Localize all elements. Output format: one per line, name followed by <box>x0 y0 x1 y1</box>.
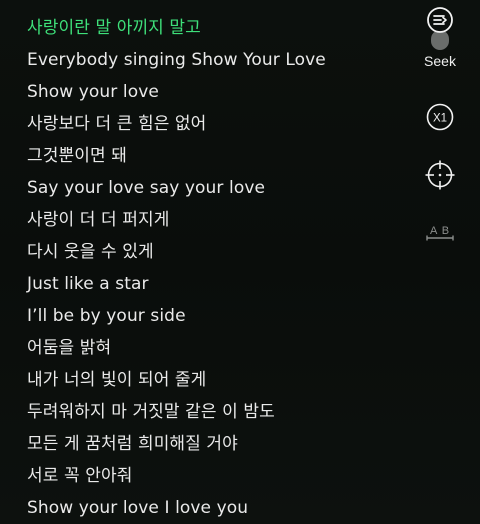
ab-repeat-icon: A B <box>426 225 454 241</box>
ab-repeat-button[interactable]: A B <box>408 220 472 246</box>
locate-button[interactable] <box>408 158 472 192</box>
lyric-line[interactable]: Everybody singing Show Your Love <box>27 44 407 76</box>
lyric-line[interactable]: 어둠을 밝혀 <box>27 332 407 364</box>
crosshair-icon <box>425 160 455 190</box>
lyric-line[interactable]: Just like a star <box>27 268 407 300</box>
side-controls: Seek X1 A B <box>408 0 472 524</box>
lyric-line-current[interactable]: 사랑이란 말 아끼지 말고 <box>27 12 407 44</box>
seek-label[interactable]: Seek <box>408 53 472 69</box>
lyric-line[interactable]: 내가 너의 빛이 되어 줄게 <box>27 364 407 396</box>
lyrics-panel[interactable]: 사랑이란 말 아끼지 말고 Everybody singing Show You… <box>27 12 407 524</box>
playlist-button[interactable] <box>408 5 472 35</box>
lyric-line[interactable]: Show your love <box>27 76 407 108</box>
lyric-line[interactable]: Show your love I love you <box>27 492 407 524</box>
lyric-line[interactable]: I’ll be by your side <box>27 300 407 332</box>
lyric-line[interactable]: 사랑이 더 더 퍼지게 <box>27 204 407 236</box>
lyric-line[interactable]: 그것뿐이면 돼 <box>27 140 407 172</box>
speed-button[interactable]: X1 <box>408 101 472 133</box>
lyric-line[interactable]: 다시 웃을 수 있게 <box>27 236 407 268</box>
speed-icon: X1 <box>426 103 454 131</box>
playlist-icon <box>427 7 453 33</box>
lyric-line[interactable]: Say your love say your love <box>27 172 407 204</box>
ab-repeat-label: A B <box>430 225 450 237</box>
lyric-line[interactable]: 사랑보다 더 큰 힘은 없어 <box>27 108 407 140</box>
lyric-line[interactable]: 서로 꼭 안아줘 <box>27 460 407 492</box>
speed-label: X1 <box>433 113 447 125</box>
lyric-line[interactable]: 모든 게 꿈처럼 희미해질 거야 <box>27 428 407 460</box>
lyric-line[interactable]: 두려워하지 마 거짓말 같은 이 밤도 <box>27 396 407 428</box>
